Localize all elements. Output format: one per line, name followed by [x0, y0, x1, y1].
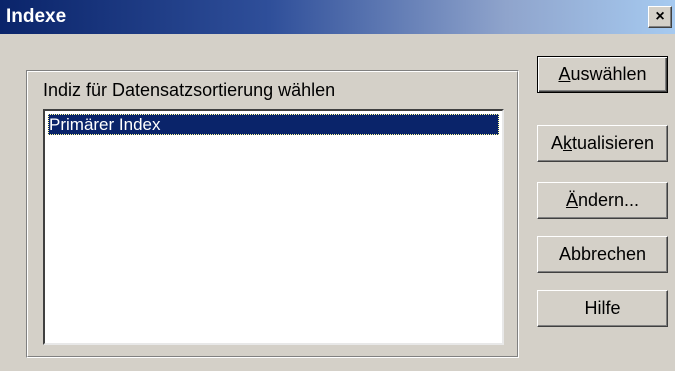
auswaehlen-button[interactable]: Auswählen	[537, 56, 668, 93]
aendern-button[interactable]: Ändern...	[537, 182, 668, 219]
window-title: Indexe	[6, 6, 67, 27]
aktualisieren-button[interactable]: Aktualisieren	[537, 125, 668, 162]
aktualisieren-mnemonic: k	[562, 133, 572, 153]
title-bar[interactable]: Indexe ×	[0, 0, 675, 34]
aktualisieren-label-pre: A	[550, 133, 563, 153]
abbrechen-button[interactable]: Abbrechen	[537, 236, 668, 273]
auswaehlen-label-post: uswählen	[570, 64, 647, 84]
list-item[interactable]: Primärer Index	[48, 114, 499, 135]
hilfe-button[interactable]: Hilfe	[537, 290, 668, 327]
close-icon: ×	[655, 8, 665, 25]
close-button[interactable]: ×	[648, 6, 672, 28]
aktualisieren-label-post: tualisieren	[571, 133, 655, 153]
index-listbox[interactable]: Primärer Index	[43, 109, 504, 345]
indexe-dialog: Indexe × Indiz für Datensatzsortierung w…	[0, 0, 675, 371]
aendern-label-post: ndern...	[577, 190, 640, 210]
aendern-mnemonic: Ä	[565, 190, 578, 210]
auswaehlen-mnemonic: A	[558, 64, 571, 84]
index-list-label: Indiz für Datensatzsortierung wählen	[43, 80, 336, 100]
